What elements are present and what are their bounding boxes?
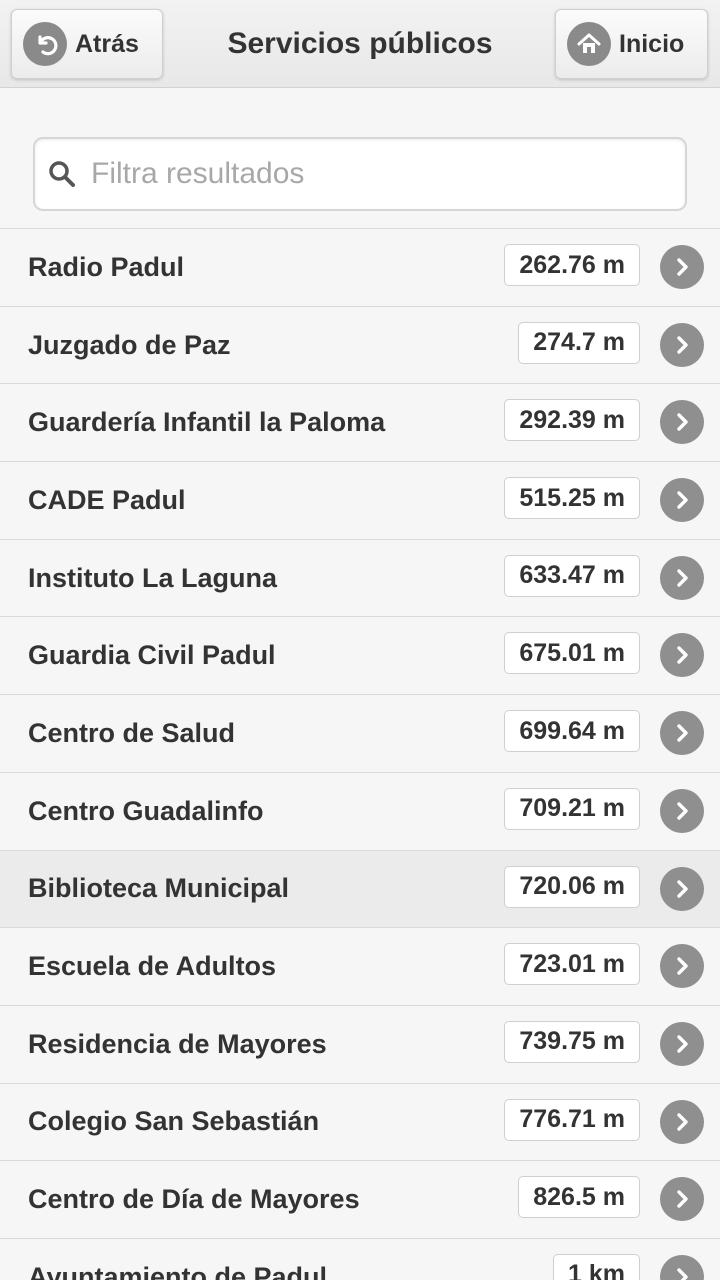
list-item[interactable]: Escuela de Adultos 723.01 m <box>0 928 720 1006</box>
service-name: Residencia de Mayores <box>28 1028 327 1059</box>
services-list: Radio Padul 262.76 m Juzgado de Paz 274.7 m… <box>0 228 720 1280</box>
page-title: Servicios públicos <box>227 27 493 60</box>
service-name: Colegio San Sebastián <box>28 1106 320 1137</box>
home-button-label: Inicio <box>619 29 685 58</box>
list-item[interactable]: Instituto La Laguna 633.47 m <box>0 539 720 618</box>
distance-badge: 274.7 m <box>518 321 640 364</box>
chevron-right-icon[interactable] <box>660 788 704 833</box>
chevron-right-icon[interactable] <box>660 944 704 989</box>
back-button[interactable]: Atrás <box>11 9 163 79</box>
chevron-right-icon[interactable] <box>660 478 704 523</box>
header-bar: Atrás Servicios públicos Inicio <box>0 0 720 88</box>
chevron-right-icon[interactable] <box>660 1099 704 1144</box>
back-arrow-icon <box>23 22 67 66</box>
search-input[interactable] <box>91 157 651 191</box>
distance-badge: 515.25 m <box>504 477 640 520</box>
distance-badge: 292.39 m <box>504 399 640 442</box>
home-button[interactable]: Inicio <box>555 9 708 79</box>
distance-badge: 262.76 m <box>504 244 640 286</box>
service-name: Ayuntamiento de Padul <box>28 1261 328 1280</box>
service-name: Instituto La Laguna <box>28 562 277 593</box>
service-name: Guardia Civil Padul <box>28 640 276 671</box>
chevron-right-icon[interactable] <box>660 1254 704 1280</box>
list-item[interactable]: Guardia Civil Padul 675.01 m <box>0 617 720 696</box>
list-item[interactable]: Centro de Salud 699.64 m <box>0 695 720 773</box>
service-name: Centro de Día de Mayores <box>28 1184 360 1215</box>
distance-badge: 720.06 m <box>504 865 640 908</box>
chevron-right-icon[interactable] <box>660 1021 704 1066</box>
list-item[interactable]: Juzgado de Paz 274.7 m <box>0 306 720 385</box>
distance-badge: 1 km <box>553 1253 640 1280</box>
service-name: Biblioteca Municipal <box>28 873 290 904</box>
distance-badge: 709.21 m <box>504 787 640 830</box>
chevron-right-icon[interactable] <box>660 866 704 911</box>
distance-badge: 723.01 m <box>504 943 640 986</box>
list-item[interactable]: CADE Padul 515.25 m <box>0 462 720 540</box>
chevron-right-icon[interactable] <box>660 711 704 756</box>
distance-badge: 675.01 m <box>504 632 640 675</box>
search-icon <box>49 161 75 187</box>
home-icon <box>567 22 611 66</box>
distance-badge: 633.47 m <box>504 554 640 597</box>
service-name: Juzgado de Paz <box>28 329 231 360</box>
distance-badge: 826.5 m <box>518 1176 640 1219</box>
back-button-label: Atrás <box>75 29 139 58</box>
list-item[interactable]: Ayuntamiento de Padul 1 km <box>0 1238 720 1280</box>
search-box[interactable] <box>33 137 687 211</box>
chevron-right-icon[interactable] <box>660 555 704 600</box>
distance-badge: 739.75 m <box>504 1020 640 1063</box>
list-item[interactable]: Biblioteca Municipal 720.06 m <box>0 850 720 929</box>
service-name: Centro Guadalinfo <box>28 795 264 826</box>
list-item[interactable]: Guardería Infantil la Paloma 292.39 m <box>0 384 720 463</box>
search-area <box>0 89 720 229</box>
service-name: Centro de Salud <box>28 717 236 748</box>
service-name: Guardería Infantil la Paloma <box>28 407 386 438</box>
chevron-right-icon[interactable] <box>660 322 704 367</box>
list-item[interactable]: Residencia de Mayores 739.75 m <box>0 1005 720 1084</box>
distance-badge: 699.64 m <box>504 710 640 753</box>
chevron-right-icon[interactable] <box>660 400 704 445</box>
list-item[interactable]: Radio Padul 262.76 m <box>0 229 720 307</box>
service-name: CADE Padul <box>28 484 186 515</box>
service-name: Radio Padul <box>28 251 185 282</box>
chevron-right-icon[interactable] <box>660 245 704 289</box>
chevron-right-icon[interactable] <box>660 633 704 678</box>
list-item[interactable]: Centro Guadalinfo 709.21 m <box>0 772 720 851</box>
list-item[interactable]: Colegio San Sebastián 776.71 m <box>0 1083 720 1162</box>
distance-badge: 776.71 m <box>504 1098 640 1141</box>
chevron-right-icon[interactable] <box>660 1177 704 1222</box>
service-name: Escuela de Adultos <box>28 951 277 982</box>
list-item[interactable]: Centro de Día de Mayores 826.5 m <box>0 1161 720 1239</box>
